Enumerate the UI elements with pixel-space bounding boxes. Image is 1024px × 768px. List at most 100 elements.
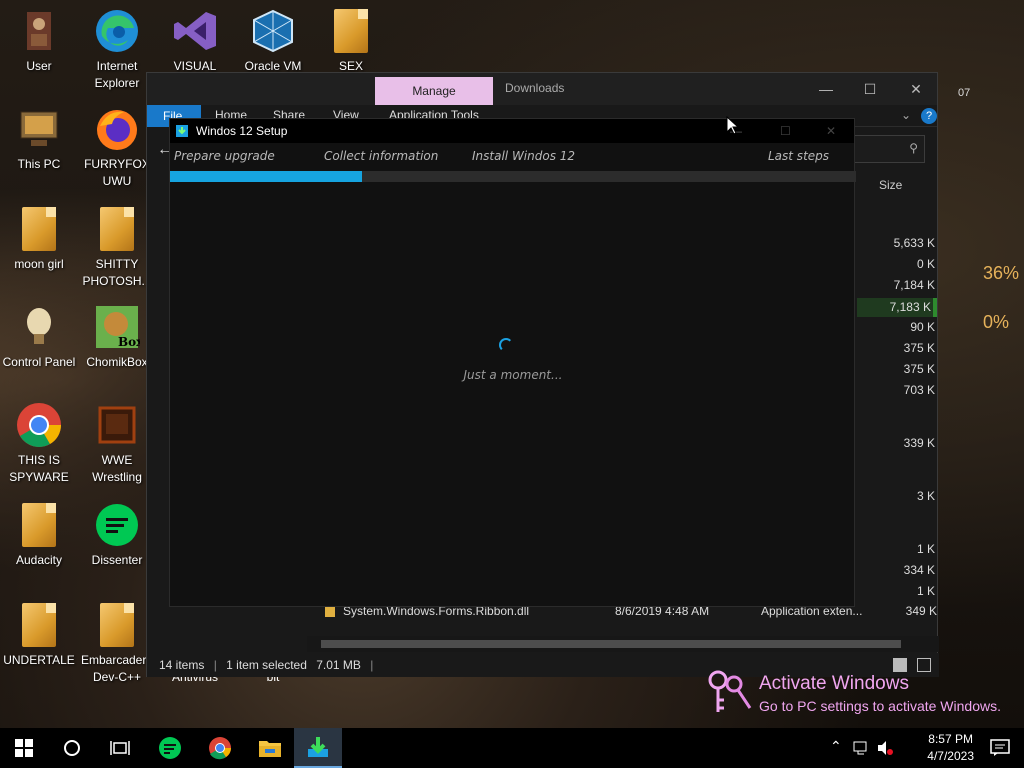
tray-date: 4/7/2023 xyxy=(927,749,974,763)
file-icon xyxy=(94,206,140,252)
activate-title: Activate Windows xyxy=(759,673,909,694)
size-cell: 5,633 K xyxy=(893,236,935,250)
activate-windows-watermark: Activate Windows Go to PC settings to ac… xyxy=(704,668,1024,720)
key-icon xyxy=(708,670,752,712)
desktop-icon-dissenter[interactable]: Dissenter xyxy=(78,502,156,569)
horizontal-scrollbar[interactable] xyxy=(307,636,939,652)
overlay-percent-bottom: 0% xyxy=(983,312,1010,332)
desktop-icon-undertale[interactable]: UNDERTALE xyxy=(0,602,78,669)
network-icon[interactable] xyxy=(852,740,872,756)
status-selected: 1 item selected xyxy=(226,658,307,672)
search-input[interactable]: ⚲ xyxy=(849,135,925,163)
windows-logo-icon xyxy=(15,739,33,757)
file-icon xyxy=(94,602,140,648)
control-panel-icon xyxy=(16,304,62,350)
desktop-icon-moon-girl[interactable]: moon girl xyxy=(0,206,78,273)
status-item-count: 14 items xyxy=(159,658,205,672)
overlay-percent-top: 36% xyxy=(983,263,1020,283)
desktop-icon-internet-explorer[interactable]: Internet Explorer xyxy=(78,8,156,92)
user-icon xyxy=(16,8,62,54)
desktop-icon-sex[interactable]: SEX xyxy=(312,8,390,75)
taskbar-dissenter[interactable] xyxy=(146,728,194,768)
scrollbar-thumb[interactable] xyxy=(321,640,901,648)
step-last-steps: Last steps xyxy=(768,149,830,163)
desktop-icon-this-pc[interactable]: This PC xyxy=(0,106,78,173)
size-cell: 1 K xyxy=(916,584,935,598)
file-icon xyxy=(328,8,374,54)
taskbar-file-explorer[interactable] xyxy=(246,728,294,768)
volume-muted-icon[interactable] xyxy=(876,740,894,756)
setup-steps: Prepare upgrade Collect information Inst… xyxy=(170,143,854,171)
setup-icon xyxy=(176,125,188,137)
file-icon xyxy=(16,502,62,548)
action-center-button[interactable] xyxy=(976,728,1024,768)
close-button[interactable]: ✕ xyxy=(893,77,939,101)
desktop-icon-chomikbox[interactable]: Box ChomikBox xyxy=(78,304,156,371)
explorer-title: Downloads xyxy=(505,81,565,95)
size-cell: 0 K xyxy=(916,257,935,271)
task-view-button[interactable] xyxy=(96,728,144,768)
chevron-down-icon[interactable]: ⌄ xyxy=(901,108,911,122)
taskbar: ⌃ 8:57 PM 4/7/2023 xyxy=(0,728,1024,768)
help-icon[interactable]: ? xyxy=(921,108,937,124)
search-icon: ⚲ xyxy=(909,141,918,155)
desktop-icon-virtualbox[interactable]: Oracle VM xyxy=(234,8,312,75)
size-cell: 90 K xyxy=(910,320,935,334)
mouse-cursor-icon xyxy=(726,116,740,135)
cortana-circle-icon xyxy=(64,740,80,756)
size-cell: 703 K xyxy=(903,383,935,397)
taskbar-chrome[interactable] xyxy=(196,728,244,768)
setup-progress-fill xyxy=(170,171,363,182)
desktop-icon-spyware[interactable]: THIS IS SPYWARE xyxy=(0,402,78,486)
desktop-icon-furryfox[interactable]: FURRYFOX UWU xyxy=(78,106,156,190)
desktop-icon-wwe[interactable]: WWE Wrestling xyxy=(78,402,156,486)
loading-spinner-icon xyxy=(499,338,513,352)
notification-icon xyxy=(990,739,1010,756)
start-button[interactable] xyxy=(0,728,48,768)
setup-download-icon xyxy=(308,737,328,757)
dissenter-icon xyxy=(159,737,181,759)
file-size: 349 K xyxy=(905,604,937,618)
column-header-size[interactable]: Size xyxy=(879,178,902,192)
desktop-icon-user[interactable]: User xyxy=(0,8,78,75)
file-icon xyxy=(16,602,62,648)
search-button[interactable] xyxy=(48,728,96,768)
maximize-button[interactable]: ☐ xyxy=(847,77,893,101)
size-cell: 334 K xyxy=(903,563,935,577)
desktop-icon-control-panel[interactable]: Control Panel xyxy=(0,304,78,371)
minimize-button[interactable]: — xyxy=(803,77,849,101)
desktop-icon-photoshop[interactable]: SHITTY PHOTOSH... xyxy=(78,206,156,290)
activate-subtitle: Go to PC settings to activate Windows. xyxy=(759,698,1001,714)
setup-titlebar: Windos 12 Setup — ☐ ✕ xyxy=(170,119,854,143)
explorer-titlebar: Manage Downloads — ☐ ✕ xyxy=(147,73,937,105)
dll-file-icon xyxy=(325,606,335,617)
size-cell: 3 K xyxy=(916,489,935,503)
tab-manage[interactable]: Manage xyxy=(375,77,493,105)
desktop-icon-devcpp[interactable]: Embarcadero Dev-C++ xyxy=(78,602,156,686)
computer-icon xyxy=(16,106,62,152)
desktop-icon-visual[interactable]: VISUAL xyxy=(156,8,234,75)
chomikbox-icon: Box xyxy=(94,304,140,350)
game-icon xyxy=(94,402,140,448)
file-icon xyxy=(16,206,62,252)
chrome-icon xyxy=(16,402,62,448)
setup-close-button[interactable]: ✕ xyxy=(826,119,836,143)
taskbar-setup[interactable] xyxy=(294,728,342,768)
size-cell: 375 K xyxy=(903,362,935,376)
setup-dialog: Windos 12 Setup — ☐ ✕ Prepare upgrade Co… xyxy=(169,118,856,607)
size-cell: 375 K xyxy=(903,341,935,355)
visual-studio-icon xyxy=(172,8,218,54)
setup-title: Windos 12 Setup xyxy=(196,124,288,138)
tray-clock[interactable]: 8:57 PM 4/7/2023 xyxy=(927,731,974,765)
chrome-icon xyxy=(209,737,231,760)
desktop-icon-audacity[interactable]: Audacity xyxy=(0,502,78,569)
size-cell: 7,184 K xyxy=(893,278,935,292)
setup-progress-bar xyxy=(170,171,856,182)
virtualbox-icon xyxy=(250,8,296,54)
dissenter-icon xyxy=(94,502,140,548)
tray-time: 8:57 PM xyxy=(928,732,973,746)
side-number: 07 xyxy=(958,87,971,99)
chevron-up-icon[interactable]: ⌃ xyxy=(830,738,842,755)
setup-maximize-button[interactable]: ☐ xyxy=(780,119,791,143)
task-view-icon xyxy=(110,741,130,755)
